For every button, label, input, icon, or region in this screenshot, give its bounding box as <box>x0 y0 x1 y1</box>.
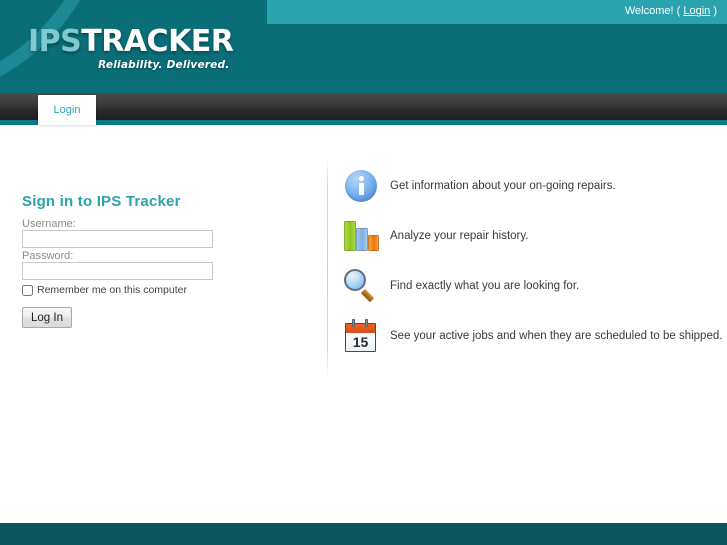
main-content: Sign in to IPS Tracker Username: Passwor… <box>0 125 727 523</box>
remember-me-row[interactable]: Remember me on this computer <box>22 284 187 296</box>
page-header: Welcome! ( Login ) IPSTRACKER Reliabilit… <box>0 0 727 93</box>
feature-text: See your active jobs and when they are s… <box>390 330 723 342</box>
calendar-day-number: 15 <box>346 333 375 351</box>
username-input[interactable] <box>22 230 213 248</box>
feature-text: Analyze your repair history. <box>390 230 529 242</box>
header-login-link[interactable]: Login <box>683 5 710 17</box>
logo-ips-text: IPS <box>28 24 82 59</box>
feature-item: 15 See your active jobs and when they ar… <box>342 311 722 361</box>
paren-close: ) <box>713 5 717 17</box>
feature-list: Get information about your on-going repa… <box>342 161 722 361</box>
site-logo[interactable]: IPSTRACKER Reliability. Delivered. <box>28 24 234 72</box>
feature-text: Get information about your on-going repa… <box>390 180 616 192</box>
login-submit-button[interactable]: Log In <box>22 307 72 328</box>
remember-me-checkbox[interactable] <box>22 284 33 296</box>
password-input[interactable] <box>22 262 213 280</box>
feature-text: Find exactly what you are looking for. <box>390 280 580 292</box>
logo-tracker-text: TRACKER <box>81 24 234 59</box>
feature-item: Find exactly what you are looking for. <box>342 261 722 311</box>
bar-chart-icon <box>342 217 380 255</box>
feature-item: Analyze your repair history. <box>342 211 722 261</box>
signin-heading: Sign in to IPS Tracker <box>22 193 181 210</box>
column-divider <box>327 157 328 377</box>
feature-item: Get information about your on-going repa… <box>342 161 722 211</box>
paren-open: ( <box>676 5 681 17</box>
info-icon <box>342 167 380 205</box>
calendar-icon: 15 <box>342 317 380 355</box>
tab-login[interactable]: Login <box>38 95 96 125</box>
remember-me-label: Remember me on this computer <box>37 284 187 296</box>
navbar-underline <box>0 120 727 125</box>
page-footer <box>0 523 727 545</box>
welcome-area: Welcome! ( Login ) <box>625 4 717 18</box>
logo-tagline: Reliability. Delivered. <box>98 59 230 71</box>
logo-wordmark: IPSTRACKER <box>28 24 234 59</box>
welcome-text: Welcome! <box>624 5 674 17</box>
magnifier-icon <box>342 267 380 305</box>
main-navbar <box>0 93 727 120</box>
